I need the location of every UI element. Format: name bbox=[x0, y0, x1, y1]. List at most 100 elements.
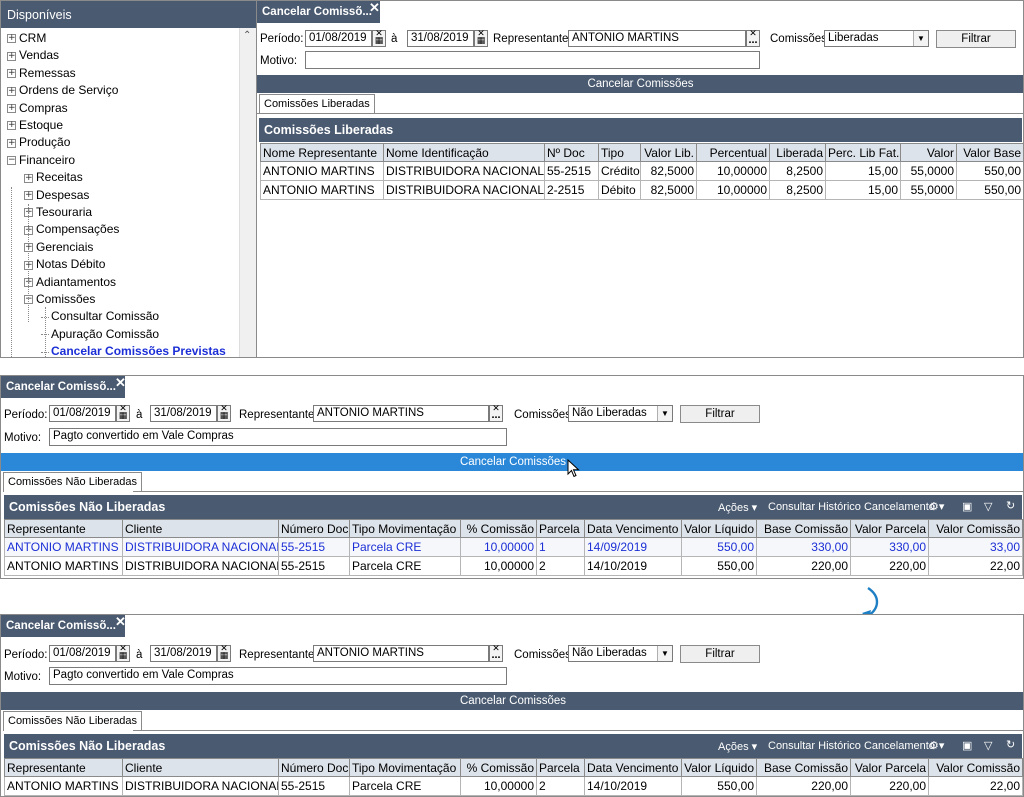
representative-input[interactable]: ANTONIO MARTINS bbox=[313, 405, 489, 422]
commissions-select[interactable]: Liberadas ▼ bbox=[824, 30, 929, 47]
column-header[interactable]: Data Vencimento bbox=[584, 519, 682, 538]
expand-icon[interactable]: + bbox=[7, 103, 16, 113]
reason-input[interactable]: Pagto convertido em Vale Compras bbox=[49, 667, 507, 685]
calendar-icon[interactable]: ✕ ▦ bbox=[217, 405, 231, 422]
column-header[interactable]: % Comissão bbox=[460, 519, 537, 538]
close-icon[interactable]: ✕ bbox=[369, 1, 380, 16]
column-settings-icon[interactable]: ⚙▾ bbox=[929, 739, 944, 752]
tree-item[interactable]: + Receitas bbox=[24, 169, 83, 186]
history-link[interactable]: Consultar Histórico Cancelamento bbox=[768, 501, 935, 513]
expand-icon[interactable]: + bbox=[7, 69, 16, 79]
column-header[interactable]: Valor Comissão bbox=[928, 758, 1023, 777]
column-header[interactable]: Cliente bbox=[122, 758, 279, 777]
close-icon[interactable]: ✕ bbox=[115, 615, 126, 630]
tree-item[interactable]: + Notas Débito bbox=[24, 256, 105, 273]
reason-input[interactable] bbox=[305, 51, 760, 69]
chevron-down-icon[interactable]: ▼ bbox=[657, 646, 672, 661]
column-settings-icon[interactable]: ⚙▾ bbox=[929, 500, 944, 513]
tree-scrollbar[interactable]: ⌃ bbox=[239, 28, 256, 357]
representative-input[interactable]: ANTONIO MARTINS bbox=[313, 645, 489, 662]
tree-item[interactable]: − Comissões bbox=[24, 291, 95, 308]
tree-item[interactable]: + Produção bbox=[7, 134, 70, 151]
column-header[interactable]: Representante bbox=[4, 758, 123, 777]
calendar-icon[interactable]: ✕ ▦ bbox=[116, 405, 130, 422]
column-header[interactable]: Número Doc bbox=[278, 758, 350, 777]
filter-button[interactable]: Filtrar bbox=[680, 405, 760, 423]
column-header[interactable]: Parcela bbox=[536, 758, 585, 777]
expand-icon[interactable]: + bbox=[24, 190, 33, 200]
column-header[interactable]: Número Doc bbox=[278, 519, 350, 538]
calendar-icon[interactable]: ✕ ▦ bbox=[372, 30, 386, 47]
column-header[interactable]: Valor Lib. bbox=[640, 143, 697, 162]
history-link[interactable]: Consultar Histórico Cancelamento bbox=[768, 740, 935, 752]
window-tab-title[interactable]: Cancelar Comissõ... bbox=[1, 376, 125, 398]
calendar-icon[interactable]: ✕ ▦ bbox=[474, 30, 488, 47]
column-header[interactable]: Representante bbox=[4, 519, 123, 538]
cancel-commissions-button[interactable]: Cancelar Comissões bbox=[1, 692, 1023, 710]
calendar-icon[interactable]: ✕ ▦ bbox=[116, 645, 130, 662]
date-to-input[interactable]: 31/08/2019 bbox=[150, 645, 217, 662]
tree-item[interactable]: + CRM bbox=[7, 30, 46, 47]
tree-item[interactable]: Cancelar Comissões Previstas bbox=[41, 343, 226, 357]
table-row[interactable]: ANTONIO MARTINS DISTRIBUIDORA NACIONAL 55-… bbox=[4, 556, 1023, 576]
column-header[interactable]: Valor Líquido bbox=[681, 758, 757, 777]
column-header[interactable]: Base Comissão bbox=[756, 519, 851, 538]
filter-icon[interactable]: ▽ bbox=[984, 500, 992, 513]
expand-icon[interactable]: + bbox=[7, 138, 16, 148]
table-row[interactable]: ANTONIO MARTINS DISTRIBUIDORA NACIONAL 2-2… bbox=[260, 180, 1023, 200]
tab-comissoes-nao-liberadas[interactable]: Comissões Não Liberadas bbox=[3, 472, 143, 492]
expand-icon[interactable]: + bbox=[7, 121, 16, 131]
expand-icon[interactable]: + bbox=[7, 51, 16, 61]
tree-item[interactable]: + Ordens de Serviço bbox=[7, 82, 118, 99]
expand-icon[interactable]: + bbox=[24, 173, 33, 183]
actions-menu[interactable]: Ações ▾ bbox=[718, 501, 757, 514]
calendar-icon[interactable]: ✕ ▦ bbox=[217, 645, 231, 662]
commissions-select[interactable]: Não Liberadas ▼ bbox=[568, 645, 673, 662]
column-header[interactable]: Perc. Lib Fat. bbox=[825, 143, 901, 162]
expand-icon[interactable]: + bbox=[7, 34, 16, 44]
column-header[interactable]: Percentual bbox=[696, 143, 770, 162]
column-header[interactable]: Tipo bbox=[598, 143, 641, 162]
tree-item[interactable]: + Adiantamentos bbox=[24, 274, 116, 291]
commissions-select[interactable]: Não Liberadas ▼ bbox=[568, 405, 673, 422]
column-header[interactable]: Nome Identificação bbox=[383, 143, 545, 162]
clear-search-icon[interactable]: ✕… bbox=[746, 30, 760, 47]
column-header[interactable]: % Comissão bbox=[460, 758, 537, 777]
column-header[interactable]: Valor Líquido bbox=[681, 519, 757, 538]
tree-item[interactable]: + Gerenciais bbox=[24, 239, 93, 256]
tree-item[interactable]: + Compensações bbox=[24, 221, 119, 238]
chevron-down-icon[interactable]: ▼ bbox=[657, 406, 672, 421]
filter-button[interactable]: Filtrar bbox=[680, 645, 760, 663]
tree-item[interactable]: + Estoque bbox=[7, 117, 63, 134]
expand-icon[interactable]: + bbox=[7, 86, 16, 96]
window-tab-title[interactable]: Cancelar Comissõ... bbox=[1, 615, 125, 637]
column-header[interactable]: Nº Doc bbox=[544, 143, 599, 162]
date-from-input[interactable]: 01/08/2019 bbox=[305, 30, 372, 47]
close-icon[interactable]: ✕ bbox=[115, 376, 126, 391]
clear-search-icon[interactable]: ✕… bbox=[489, 645, 503, 662]
column-header[interactable]: Cliente bbox=[122, 519, 279, 538]
export-icon[interactable]: ▣ bbox=[962, 500, 972, 513]
date-to-input[interactable]: 31/08/2019 bbox=[150, 405, 217, 422]
column-header[interactable]: Tipo Movimentação bbox=[349, 519, 461, 538]
column-header[interactable]: Base Comissão bbox=[756, 758, 851, 777]
table-row[interactable]: ANTONIO MARTINS DISTRIBUIDORA NACIONAL 55-… bbox=[4, 776, 1023, 796]
column-header[interactable]: Valor bbox=[900, 143, 957, 162]
column-header[interactable]: Parcela bbox=[536, 519, 585, 538]
column-header[interactable]: Liberada bbox=[769, 143, 826, 162]
window-tab-title[interactable]: Cancelar Comissõ... bbox=[257, 1, 380, 23]
column-header[interactable]: Valor Parcela bbox=[850, 758, 929, 777]
tree-item[interactable]: + Despesas bbox=[24, 187, 89, 204]
actions-menu[interactable]: Ações ▾ bbox=[718, 740, 757, 753]
tree-item[interactable]: Apuração Comissão bbox=[41, 326, 159, 343]
tree-item[interactable]: Consultar Comissão bbox=[41, 308, 159, 325]
export-icon[interactable]: ▣ bbox=[962, 739, 972, 752]
column-header[interactable]: Tipo Movimentação bbox=[349, 758, 461, 777]
filter-button[interactable]: Filtrar bbox=[936, 30, 1016, 48]
filter-icon[interactable]: ▽ bbox=[984, 739, 992, 752]
tree-item[interactable]: + Remessas bbox=[7, 65, 76, 82]
column-header[interactable]: Valor Comissão bbox=[928, 519, 1023, 538]
refresh-icon[interactable]: ↻ bbox=[1006, 738, 1015, 751]
representative-input[interactable]: ANTONIO MARTINS bbox=[568, 30, 746, 47]
refresh-icon[interactable]: ↻ bbox=[1006, 499, 1015, 512]
